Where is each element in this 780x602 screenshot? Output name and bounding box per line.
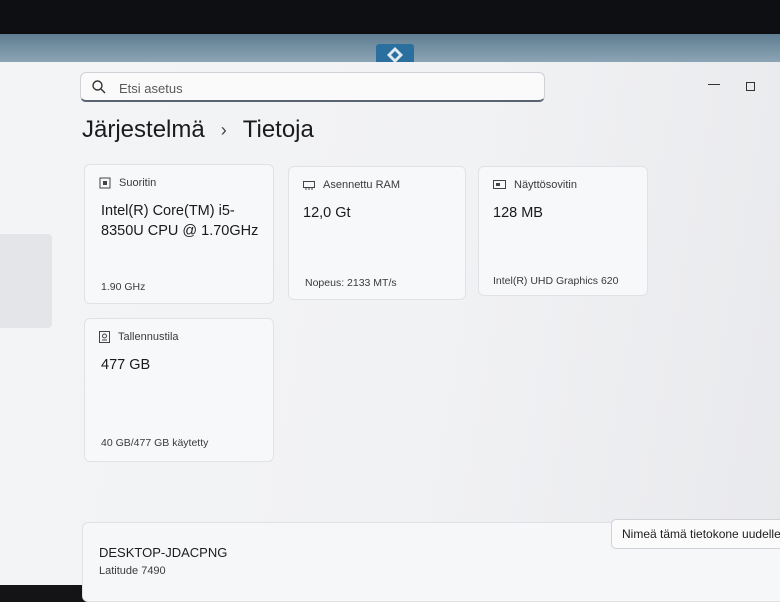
display-adapter-name: Intel(R) UHD Graphics 620 [493,275,619,287]
breadcrumb: Järjestelmä › Tietoja [82,116,314,144]
monitor-bezel [0,0,780,34]
breadcrumb-parent[interactable]: Järjestelmä [82,116,205,144]
ram-value: 12,0 Gt [303,205,351,221]
page-title: Tietoja [242,116,314,143]
storage-usage: 40 GB/477 GB käytetty [101,437,209,449]
chevron-right-icon: › [220,119,227,140]
processor-value: Intel(R) Core(TM) i5-8350U CPU @ 1.70GHz [101,203,259,239]
cpu-icon [99,177,111,189]
storage-label: Tallennustila [118,331,179,343]
minimize-button[interactable] [708,84,720,85]
processor-speed: 1.90 GHz [101,281,146,293]
device-name: DESKTOP-JDACPNG [99,545,228,560]
display-adapter-value: 128 MB [493,205,543,221]
search-box[interactable] [80,72,545,102]
ram-label: Asennettu RAM [323,179,401,191]
processor-card: Suoritin Intel(R) Core(TM) i5-8350U CPU … [84,164,274,304]
rename-pc-button[interactable]: Nimeä tämä tietokone uudelleen [611,519,780,549]
device-name-section: DESKTOP-JDACPNG Latitude 7490 Nimeä tämä… [82,519,780,602]
storage-icon [99,331,110,343]
ram-icon [303,181,315,190]
ram-speed: Nopeus: 2133 MT/s [305,277,397,289]
processor-label: Suoritin [119,177,157,189]
settings-window: Järjestelmä › Tietoja Suoritin Intel(R) … [0,62,780,602]
nav-pane-item[interactable] [0,234,52,328]
device-model: Latitude 7490 [99,565,166,577]
ram-card: Asennettu RAM 12,0 Gt Nopeus: 2133 MT/s [288,166,466,300]
search-icon [92,80,106,94]
storage-value: 477 GB [101,357,151,373]
display-adapter-icon [493,180,506,189]
search-input[interactable] [117,76,521,100]
display-adapter-label: Näyttösovitin [514,179,577,191]
storage-card: Tallennustila 477 GB 40 GB/477 GB käytet… [84,318,274,462]
maximize-button[interactable] [746,82,755,91]
display-adapter-card: Näyttösovitin 128 MB Intel(R) UHD Graphi… [478,166,648,296]
